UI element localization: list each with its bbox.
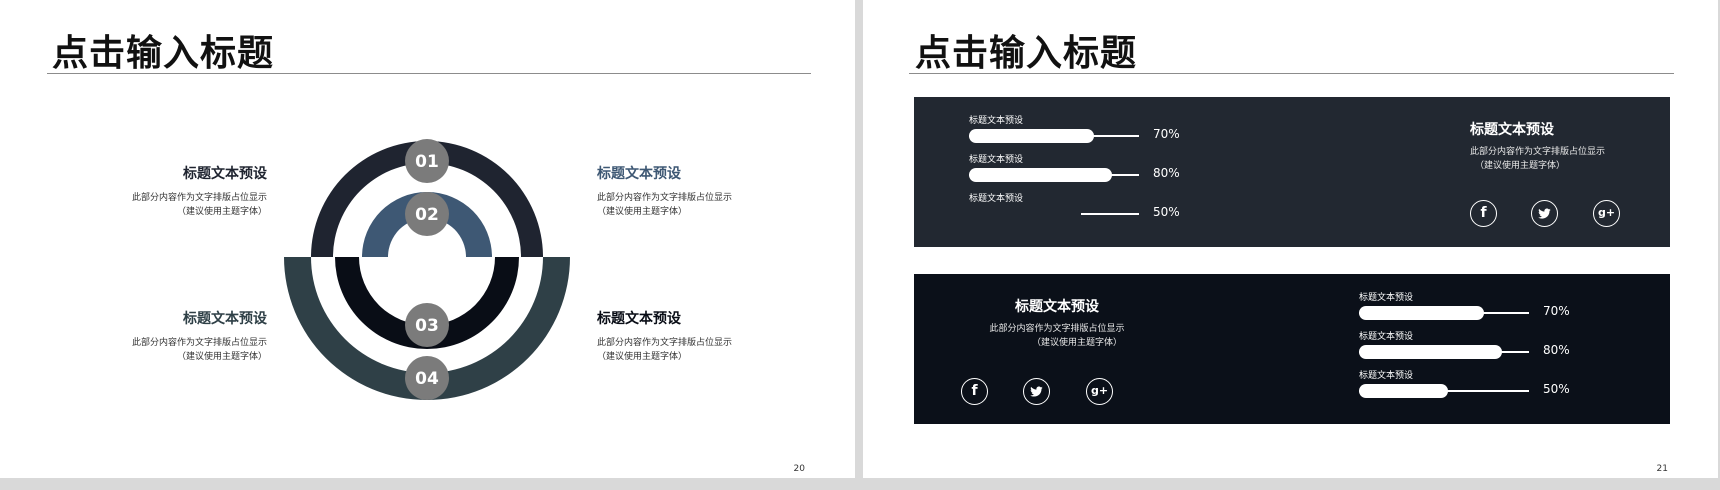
progress-percent: 50% [1543, 382, 1570, 396]
progress-fill [1359, 345, 1502, 359]
progress-fill [969, 129, 1094, 143]
progress-percent: 80% [1153, 166, 1180, 180]
top-panel-text: 标题文本预设 此部分内容作为文字排版占位显示 （建议使用主题字体） [1470, 119, 1640, 173]
item-top-right: 标题文本预设 此部分内容作为文字排版占位显示 （建议使用主题字体） [597, 163, 797, 219]
top-panel: 标题文本预设 70% 标题文本预设 80% 标题文本预设 50% 标题文本预设 … [914, 97, 1670, 247]
progress-percent: 70% [1543, 304, 1570, 318]
slide-title: 点击输入标题 [915, 33, 1138, 74]
progress-label: 标题文本预设 [1359, 371, 1414, 381]
progress-label: 标题文本预设 [1359, 293, 1414, 303]
progress-track [1081, 213, 1139, 215]
google-plus-icon[interactable]: g+ [1086, 378, 1113, 405]
progress-fill [1359, 306, 1484, 320]
bottom-panel-text: 标题文本预设 此部分内容作为文字排版占位显示 （建议使用主题字体） [957, 296, 1157, 350]
item-bottom-left: 标题文本预设 此部分内容作为文字排版占位显示 （建议使用主题字体） [67, 308, 267, 364]
slide-21: 点击输入标题 标题文本预设 70% 标题文本预设 80% 标题文本预设 50% … [863, 0, 1718, 478]
step-number-2: 02 [415, 205, 439, 225]
panel-description: 此部分内容作为文字排版占位显示 （建议使用主题字体） [989, 324, 1125, 348]
panel-heading: 标题文本预设 [1470, 122, 1554, 138]
progress-percent: 80% [1543, 343, 1570, 357]
item-description: 此部分内容作为文字排版占位显示 （建议使用主题字体） [597, 338, 733, 362]
item-heading: 标题文本预设 [597, 166, 681, 182]
progress-label: 标题文本预设 [969, 155, 1024, 165]
progress-label: 标题文本预设 [1359, 332, 1414, 342]
google-plus-icon[interactable]: g+ [1593, 200, 1620, 227]
ring-diagram: 01 02 03 04 [284, 139, 570, 400]
page-number: 20 [793, 464, 805, 474]
panel-heading: 标题文本预设 [1015, 299, 1099, 315]
item-heading: 标题文本预设 [597, 311, 681, 327]
progress-fill [1359, 384, 1448, 398]
item-description: 此部分内容作为文字排版占位显示 （建议使用主题字体） [597, 193, 733, 217]
facebook-icon[interactable]: f [1470, 200, 1497, 227]
twitter-icon[interactable] [1023, 378, 1050, 405]
progress-label: 标题文本预设 [969, 194, 1024, 204]
progress-percent: 50% [1153, 205, 1180, 219]
slide-20: 点击输入标题 01 02 03 04 标题文本预设 此部分内容作为文字排版占位显… [0, 0, 855, 478]
item-heading: 标题文本预设 [183, 166, 267, 182]
page-number: 21 [1656, 464, 1668, 474]
item-bottom-right: 标题文本预设 此部分内容作为文字排版占位显示 （建议使用主题字体） [597, 308, 797, 364]
panel-description: 此部分内容作为文字排版占位显示 （建议使用主题字体） [1470, 147, 1606, 171]
progress-label: 标题文本预设 [969, 116, 1024, 126]
title-divider [47, 73, 811, 74]
step-number-4: 04 [415, 369, 439, 389]
title-divider [909, 73, 1674, 74]
item-description: 此部分内容作为文字排版占位显示 （建议使用主题字体） [131, 193, 267, 217]
progress-fill [969, 168, 1112, 182]
item-heading: 标题文本预设 [183, 311, 267, 327]
twitter-icon[interactable] [1531, 200, 1558, 227]
bottom-panel: 标题文本预设 此部分内容作为文字排版占位显示 （建议使用主题字体） f g+ 标… [914, 274, 1670, 424]
item-top-left: 标题文本预设 此部分内容作为文字排版占位显示 （建议使用主题字体） [67, 163, 267, 219]
step-number-1: 01 [415, 152, 439, 172]
facebook-icon[interactable]: f [961, 378, 988, 405]
progress-percent: 70% [1153, 127, 1180, 141]
item-description: 此部分内容作为文字排版占位显示 （建议使用主题字体） [131, 338, 267, 362]
step-number-3: 03 [415, 316, 439, 336]
slide-title: 点击输入标题 [52, 33, 275, 74]
